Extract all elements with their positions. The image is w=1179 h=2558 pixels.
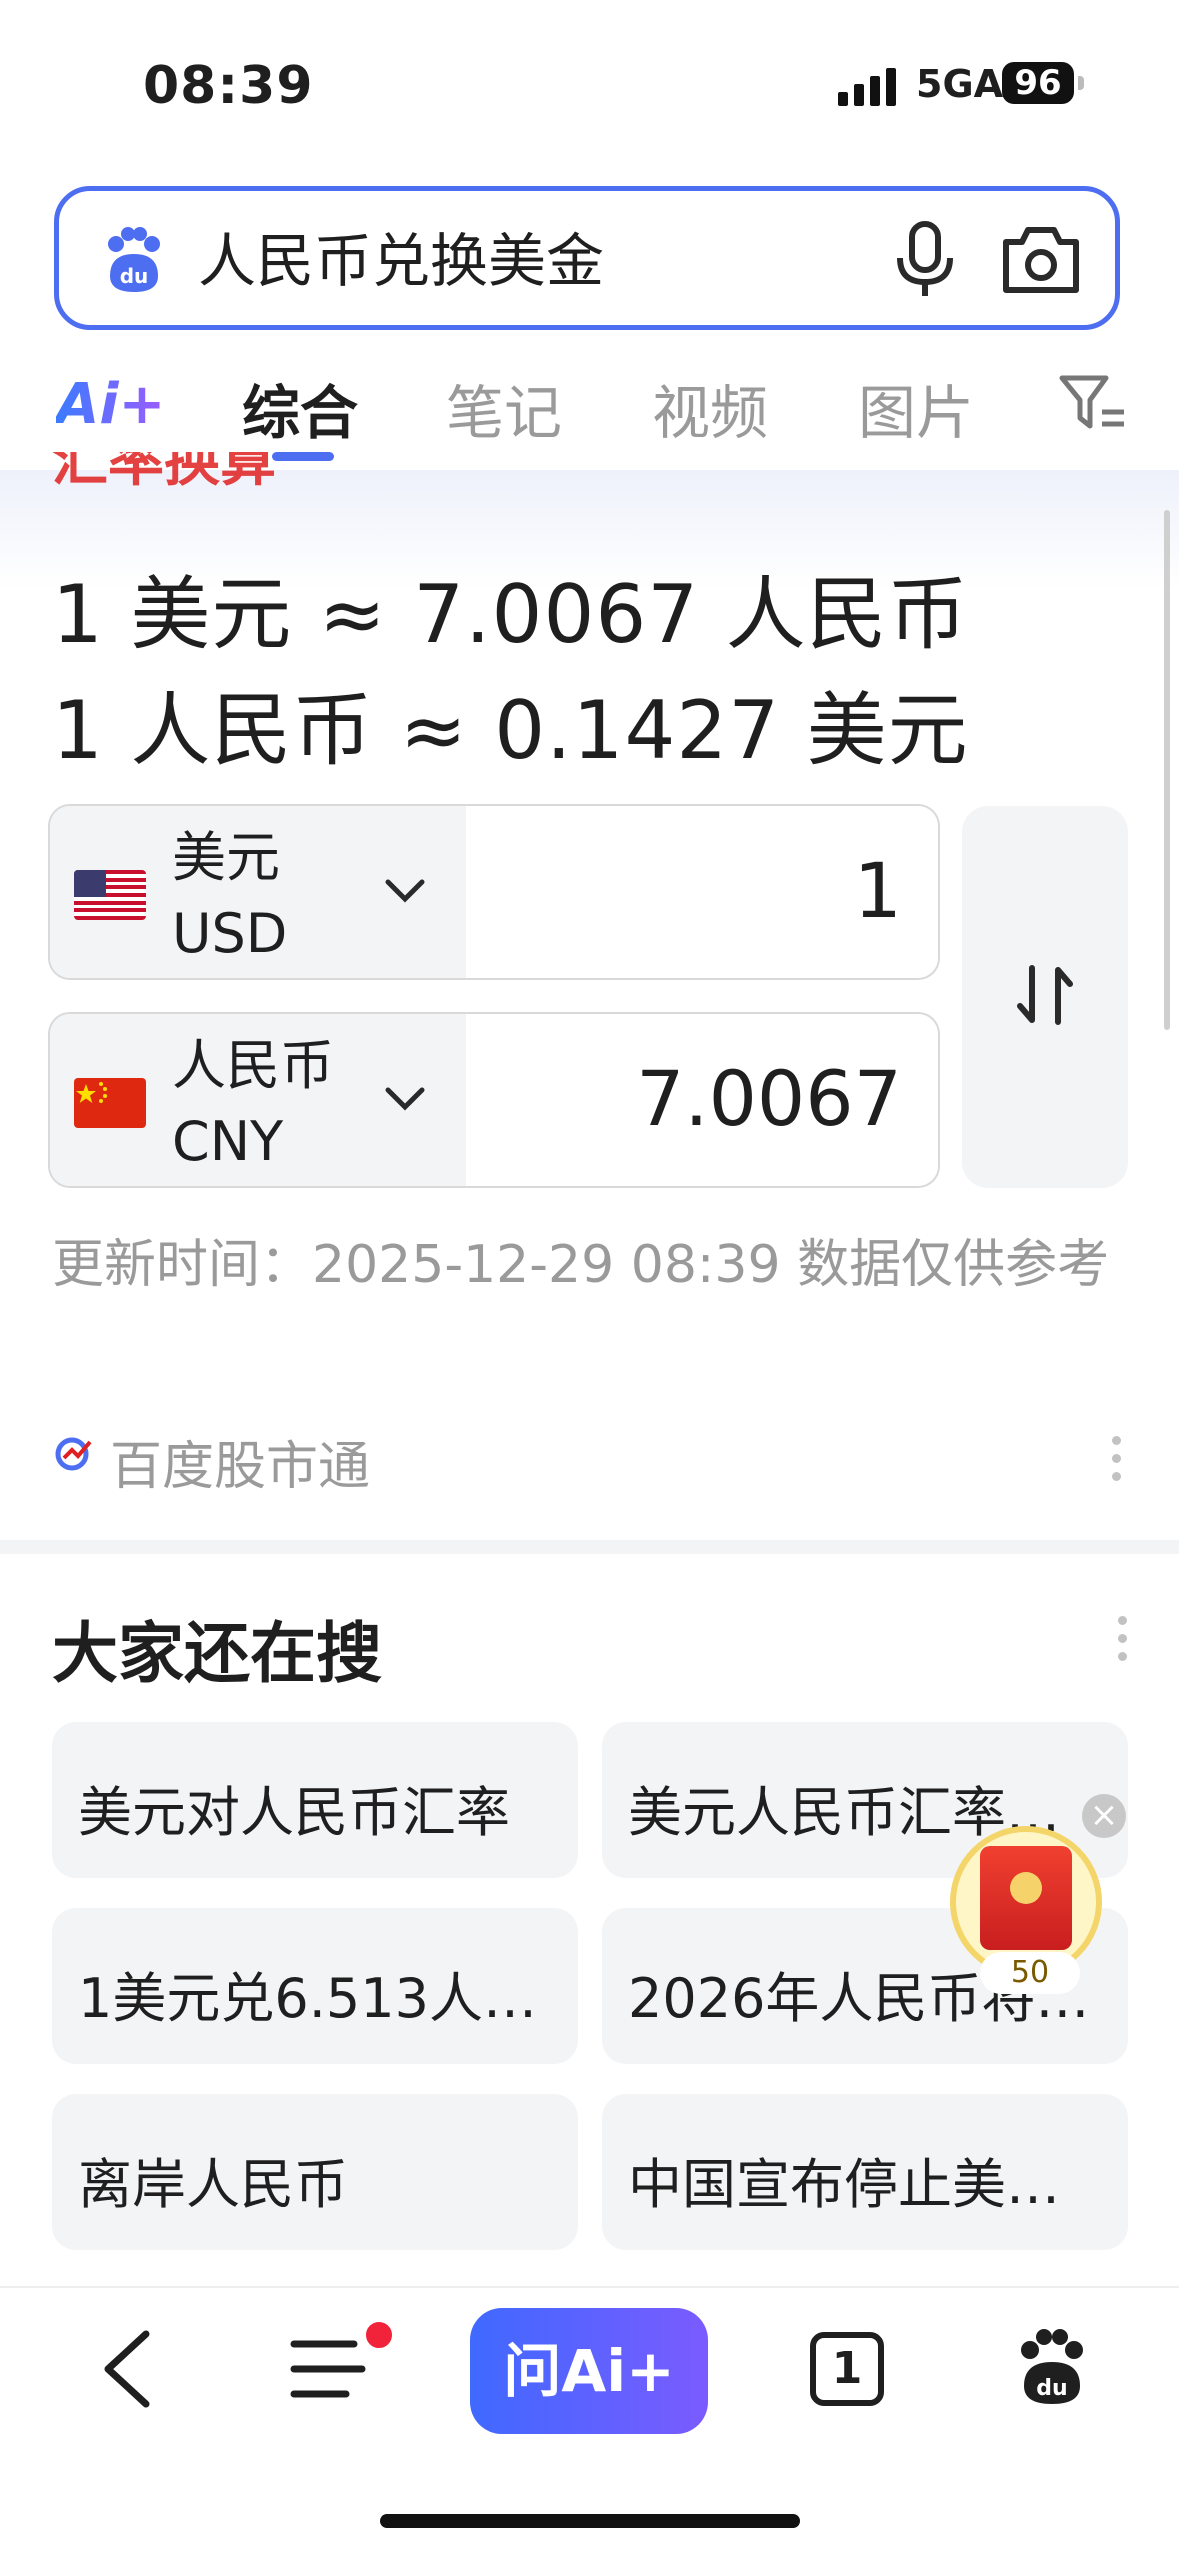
- battery-icon: 96: [1002, 62, 1074, 104]
- network-label: 5GA: [916, 62, 1004, 106]
- rate-usd-to-cny: 1 美元 ≈ 7.0067 人民币: [52, 568, 969, 661]
- coin-count: 50: [980, 1952, 1080, 1994]
- search-input[interactable]: 人民币兑换美金: [198, 224, 604, 298]
- source-label[interactable]: 百度股市通: [110, 1424, 370, 1499]
- update-time: 更新时间：2025-12-29 08:39 数据仅供参考: [52, 1235, 1110, 1295]
- currency-name: 美元: [172, 826, 280, 889]
- more-options-icon[interactable]: [1118, 1616, 1128, 1668]
- amount-input-cny[interactable]: 7.0067: [636, 1054, 902, 1143]
- home-indicator[interactable]: [380, 2514, 800, 2528]
- us-flag-icon: [74, 870, 146, 920]
- tabs-count-button[interactable]: 1: [810, 2332, 884, 2406]
- tab-notes[interactable]: 笔记: [446, 366, 562, 450]
- converter-from-row: 美元 USD 1: [48, 804, 940, 980]
- related-search-label: 美元对人民币汇率: [78, 1781, 510, 1844]
- currency-selector-cny[interactable]: 人民币 CNY: [50, 1014, 466, 1186]
- menu-icon[interactable]: [290, 2334, 370, 2404]
- back-icon[interactable]: [96, 2326, 156, 2412]
- related-search-item[interactable]: 中国宣布停止美…: [602, 2094, 1128, 2250]
- currency-code: CNY: [172, 1110, 284, 1173]
- card-title: 汇率换算: [52, 452, 276, 492]
- status-time: 08:39: [143, 56, 314, 116]
- more-options-icon[interactable]: [1112, 1436, 1122, 1488]
- ai-tab-logo[interactable]: Ai+: [56, 372, 165, 437]
- chevron-down-icon: [385, 1087, 425, 1111]
- related-search-label: 中国宣布停止美…: [628, 2153, 1060, 2216]
- related-search-label: 离岸人民币: [78, 2153, 348, 2216]
- swap-arrows-icon: [1017, 965, 1073, 1025]
- camera-icon[interactable]: [1000, 222, 1082, 296]
- baidu-paw-icon: du: [108, 227, 160, 292]
- tab-综合[interactable]: 综合: [242, 366, 358, 450]
- signal-icon: [838, 66, 900, 106]
- currency-name: 人民币: [172, 1034, 334, 1097]
- currency-selector-usd[interactable]: 美元 USD: [50, 806, 466, 978]
- svg-text:du: du: [120, 264, 149, 288]
- envelope-seal: [1010, 1872, 1042, 1904]
- baidu-home-icon[interactable]: du: [1012, 2326, 1092, 2408]
- related-search-item[interactable]: 离岸人民币: [52, 2094, 578, 2250]
- tab-images[interactable]: 图片: [858, 366, 974, 450]
- related-searches-title: 大家还在搜: [52, 1615, 382, 1692]
- stock-source-icon: [55, 1437, 92, 1471]
- chevron-down-icon: [385, 879, 425, 903]
- scrollbar[interactable]: [1164, 510, 1170, 1030]
- svg-text:du: du: [1036, 2376, 1067, 2401]
- battery-tip: [1078, 76, 1084, 90]
- section-divider: [0, 1540, 1179, 1554]
- microphone-icon[interactable]: [890, 220, 960, 300]
- related-search-item[interactable]: 美元对人民币汇率: [52, 1722, 578, 1878]
- tab-videos[interactable]: 视频: [652, 366, 768, 450]
- notification-dot: [362, 2318, 396, 2352]
- rate-cny-to-usd: 1 人民币 ≈ 0.1427 美元: [52, 684, 969, 777]
- related-search-item[interactable]: 1美元兑6.513人…: [52, 1908, 578, 2064]
- active-tab-indicator: [272, 452, 334, 461]
- ask-ai-button[interactable]: 问Ai+: [470, 2308, 708, 2434]
- currency-code: USD: [172, 902, 288, 965]
- related-search-label: 1美元兑6.513人…: [78, 1967, 537, 2030]
- amount-input-usd[interactable]: 1: [854, 846, 902, 935]
- converter-to-row: 人民币 CNY 7.0067: [48, 1012, 940, 1188]
- filter-icon[interactable]: [1058, 372, 1128, 436]
- china-flag-icon: [74, 1078, 146, 1128]
- close-icon[interactable]: ×: [1082, 1794, 1126, 1838]
